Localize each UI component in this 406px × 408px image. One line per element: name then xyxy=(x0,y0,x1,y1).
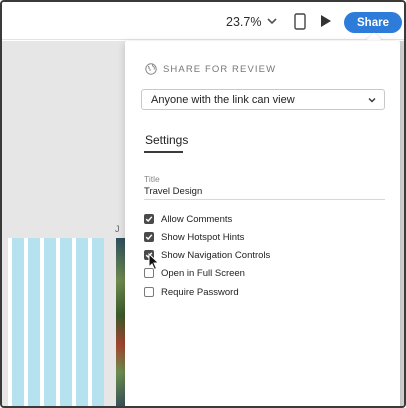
tab-active-indicator xyxy=(144,151,183,153)
option-show-navigation-controls[interactable]: Show Navigation Controls xyxy=(144,249,270,261)
access-select[interactable]: Anyone with the link can view xyxy=(141,89,385,110)
share-button[interactable]: Share xyxy=(344,12,402,33)
share-heading-text: SHARE FOR REVIEW xyxy=(163,63,277,75)
grid-column xyxy=(60,238,72,406)
option-label: Open in Full Screen xyxy=(161,267,245,279)
chevron-down-icon[interactable] xyxy=(264,13,280,29)
share-for-review-panel: SHARE FOR REVIEW Anyone with the link ca… xyxy=(125,41,400,406)
checkbox-require-password[interactable] xyxy=(144,287,154,297)
artboard-layout-grid[interactable] xyxy=(8,238,104,406)
zoom-level[interactable]: 23.7% xyxy=(226,12,261,32)
chevron-down-icon xyxy=(368,98,376,103)
option-label: Allow Comments xyxy=(161,213,233,225)
grid-column xyxy=(76,238,88,406)
option-label: Require Password xyxy=(161,286,239,298)
play-icon[interactable] xyxy=(317,12,335,30)
top-toolbar: 23.7% Share xyxy=(2,2,404,40)
option-label: Show Navigation Controls xyxy=(161,249,271,261)
title-field-underline xyxy=(144,199,385,200)
option-require-password[interactable]: Require Password xyxy=(144,286,239,298)
app-window: 23.7% Share J SHARE FOR REVIEW Anyone wi… xyxy=(0,0,406,408)
grid-column xyxy=(92,238,104,406)
option-show-hotspot-hints[interactable]: Show Hotspot Hints xyxy=(144,231,244,243)
mouse-cursor-icon xyxy=(148,253,160,271)
option-label: Show Hotspot Hints xyxy=(161,231,245,243)
checkbox-show-hotspot-hints[interactable] xyxy=(144,232,154,242)
title-field[interactable]: Travel Design xyxy=(144,186,202,197)
globe-icon xyxy=(145,63,157,75)
phone-preview-icon[interactable] xyxy=(291,12,309,30)
grid-column xyxy=(28,238,40,406)
checkbox-allow-comments[interactable] xyxy=(144,214,154,224)
artboard-label[interactable]: J xyxy=(115,224,120,234)
access-select-value: Anyone with the link can view xyxy=(151,93,295,106)
grid-column xyxy=(44,238,56,406)
grid-column xyxy=(12,238,24,406)
option-allow-comments[interactable]: Allow Comments xyxy=(144,213,232,225)
canvas-edge xyxy=(400,41,404,406)
title-label: Title xyxy=(144,174,160,184)
tab-settings[interactable]: Settings xyxy=(145,133,188,147)
share-heading: SHARE FOR REVIEW xyxy=(145,63,276,75)
